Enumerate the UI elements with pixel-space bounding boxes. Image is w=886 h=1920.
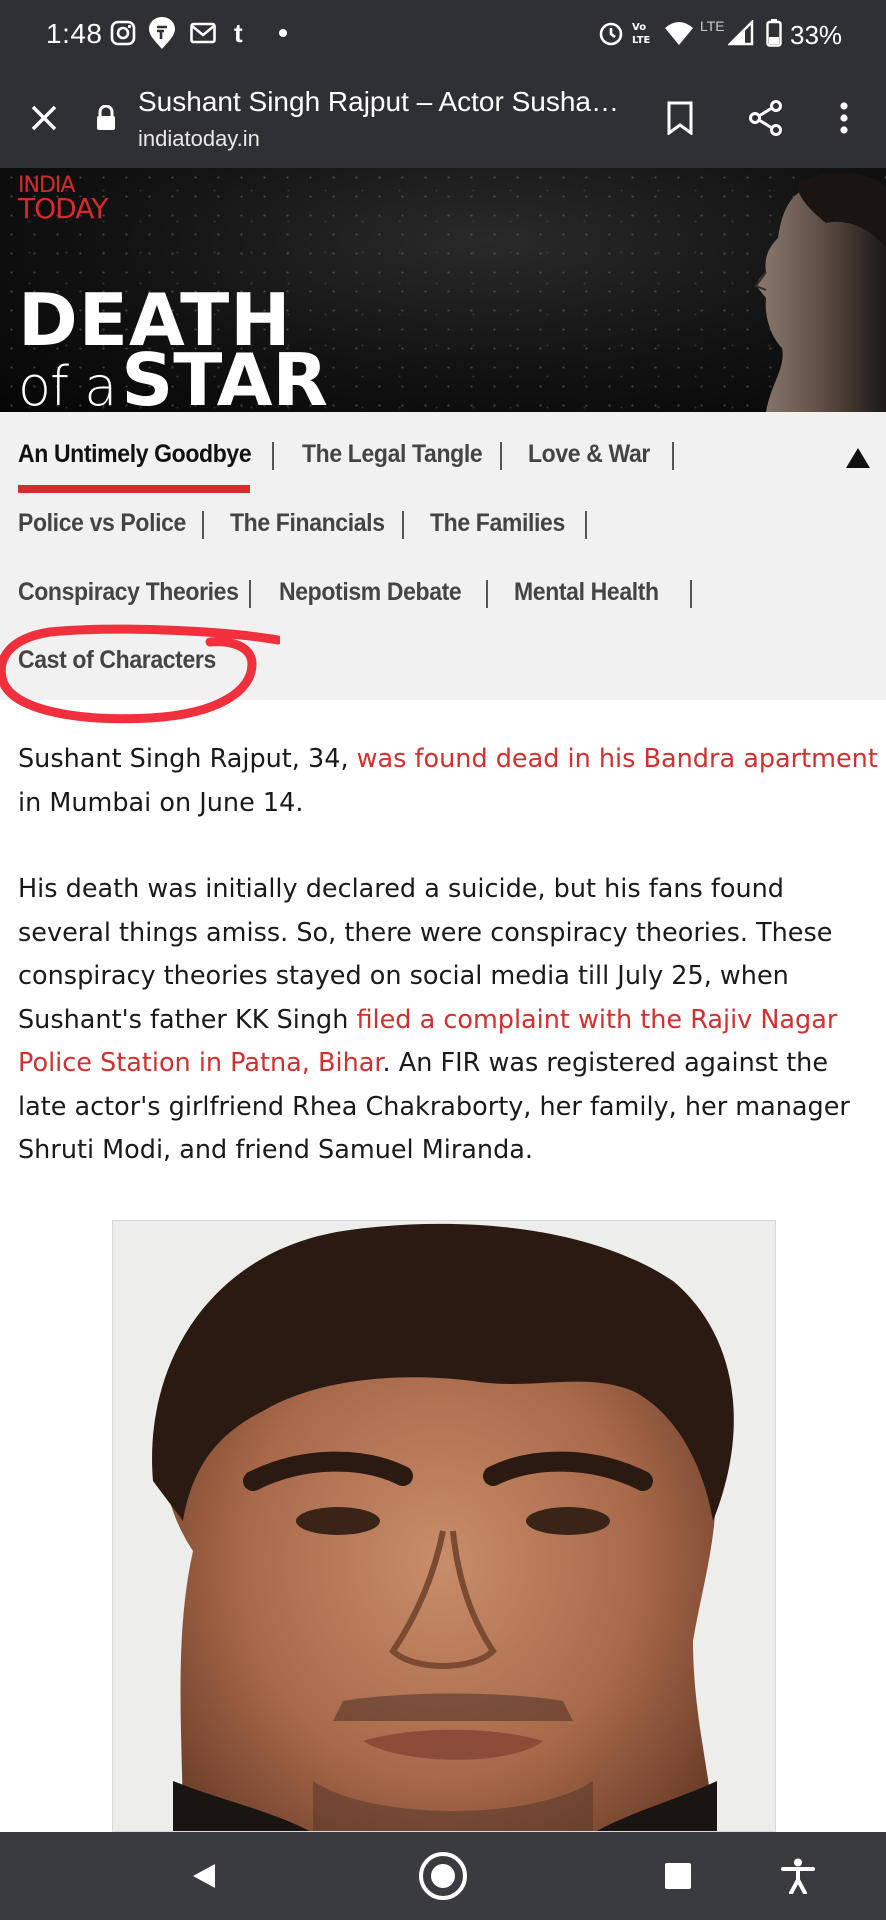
nav-item-nepotism-debate[interactable]: Nepotism Debate: [279, 578, 462, 607]
share-icon[interactable]: [738, 90, 794, 146]
article-paragraph: Sushant Singh Rajput, 34, was found dead…: [18, 738, 878, 825]
article-text: in Mumbai on June 14.: [18, 787, 304, 818]
wifi-icon: [664, 16, 694, 50]
nav-separator: [272, 442, 274, 470]
banner-subtitle-star: STAR: [121, 338, 328, 412]
india-today-logo[interactable]: INDIA TODAY: [18, 175, 108, 225]
gmail-icon: [190, 16, 216, 50]
nav-item-cast-of-characters[interactable]: Cast of Characters: [18, 646, 216, 675]
article-photo: [112, 1220, 776, 1832]
status-time: 1:48: [46, 18, 103, 49]
nav-item-untimely-goodbye[interactable]: An Untimely Goodbye: [18, 440, 252, 469]
triangle-up-icon[interactable]: [844, 446, 872, 470]
nav-separator: [585, 511, 587, 539]
nav-item-conspiracy-theories[interactable]: Conspiracy Theories: [18, 578, 239, 607]
svg-text:Vo: Vo: [632, 22, 646, 33]
article-paragraph: His death was initially declared a suici…: [18, 868, 878, 1173]
nav-item-love-war[interactable]: Love & War: [528, 440, 650, 469]
active-tab-underline: [18, 485, 250, 493]
custom-tab-toolbar: Sushant Singh Rajput – Actor Sushant Sin…: [0, 66, 886, 168]
hero-banner: INDIA TODAY DEATH of a STAR: [0, 168, 886, 412]
page-title[interactable]: Sushant Singh Rajput – Actor Sushant Sin…: [138, 86, 628, 118]
tumblr-icon: t: [234, 17, 243, 48]
portrait-image: [113, 1221, 775, 1831]
battery-icon: [766, 16, 782, 50]
lock-icon[interactable]: [86, 90, 126, 146]
instagram-icon: [110, 16, 136, 50]
recents-icon[interactable]: [648, 1846, 708, 1906]
status-bar: 1:48 t Vo LTE LTE 33%: [0, 0, 886, 66]
alarm-icon: [598, 16, 624, 50]
nav-item-financials[interactable]: The Financials: [230, 509, 385, 538]
page-url[interactable]: indiatoday.in: [138, 126, 260, 152]
volte-icon: Vo LTE: [630, 16, 654, 50]
nav-separator: [672, 442, 674, 470]
logo-line-2: TODAY: [18, 192, 108, 225]
close-icon[interactable]: [16, 90, 72, 146]
nav-item-families[interactable]: The Families: [430, 509, 565, 538]
dot-icon: [278, 16, 288, 50]
more-icon[interactable]: [816, 90, 872, 146]
bookmark-icon[interactable]: [652, 90, 708, 146]
article-text: Sushant Singh Rajput, 34,: [18, 744, 357, 774]
banner-portrait-image: [754, 172, 886, 412]
signal-icon: [728, 16, 754, 50]
nav-item-mental-health[interactable]: Mental Health: [514, 578, 659, 607]
nav-separator: [402, 511, 404, 539]
accessibility-icon[interactable]: [768, 1846, 828, 1906]
swiggy-icon: [148, 16, 176, 50]
nav-separator: [249, 580, 251, 608]
home-icon[interactable]: [413, 1846, 473, 1906]
back-icon[interactable]: [174, 1846, 234, 1906]
article-link-bandra[interactable]: was found dead in his Bandra apartment: [357, 744, 878, 774]
nav-item-legal-tangle[interactable]: The Legal Tangle: [302, 440, 483, 469]
banner-subtitle-of-a: of a: [18, 355, 117, 412]
banner-subtitle: of a STAR: [18, 344, 328, 412]
nav-separator: [690, 580, 692, 608]
svg-text:LTE: LTE: [632, 35, 651, 46]
network-type: LTE: [700, 18, 725, 34]
nav-separator: [500, 442, 502, 470]
system-nav-bar: [0, 1832, 886, 1920]
nav-separator: [486, 580, 488, 608]
nav-separator: [202, 511, 204, 539]
battery-percent: 33%: [790, 20, 843, 50]
nav-item-police-vs-police[interactable]: Police vs Police: [18, 509, 186, 538]
article-body: Sushant Singh Rajput, 34, was found dead…: [18, 738, 878, 1216]
